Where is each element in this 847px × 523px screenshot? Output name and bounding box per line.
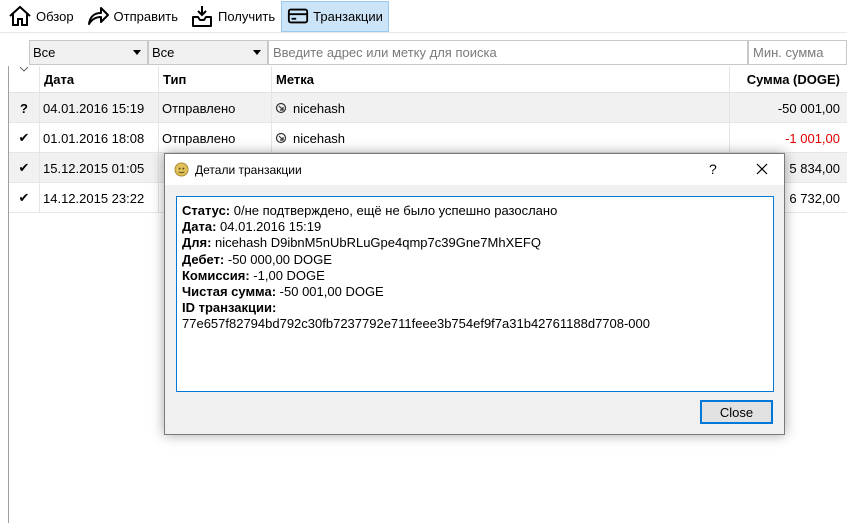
search-placeholder: Введите адрес или метку для поиска (273, 45, 497, 60)
table-row[interactable]: ✔ 01.01.2016 18:08 Отправлено nicehash -… (9, 123, 847, 153)
close-button[interactable]: Close (700, 400, 773, 424)
min-amount-placeholder: Мин. сумма (753, 45, 824, 60)
overview-label: Обзор (36, 8, 74, 24)
table-header: Дата Тип Метка Сумма (DOGE) (9, 66, 847, 93)
overview-button[interactable]: Обзор (2, 1, 80, 32)
row-amount: -50 001,00 (777, 100, 840, 116)
detail-txid-label: ID транзакции: (182, 300, 277, 316)
transactions-button[interactable]: Транзакции (281, 0, 389, 32)
row-type: Отправлено (159, 123, 272, 153)
search-input[interactable]: Введите адрес или метку для поиска (268, 40, 748, 65)
dialog-title: Детали транзакции (195, 163, 302, 177)
close-icon[interactable] (755, 162, 769, 176)
chevron-down-icon (253, 50, 261, 55)
row-date: 04.01.2016 15:19 (40, 93, 159, 123)
type-filter-select[interactable]: Все (148, 40, 268, 65)
status-column-header[interactable] (9, 66, 40, 93)
confirmed-check-icon: ✔ (9, 183, 40, 213)
detail-for: Для: nicehash D9ibnM5nUbRLuGpe4qmp7c39Gn… (182, 235, 541, 251)
home-icon (9, 5, 31, 26)
table-row[interactable]: ? 04.01.2016 15:19 Отправлено nicehash -… (9, 93, 847, 123)
detail-fee: Комиссия: -1,00 DOGE (182, 267, 325, 283)
dialog-titlebar[interactable]: Детали транзакции ? (165, 154, 784, 185)
send-label-icon (275, 102, 287, 114)
label-column-header[interactable]: Метка (272, 66, 730, 93)
card-icon (288, 8, 309, 24)
confirmed-check-icon: ✔ (9, 153, 40, 183)
detail-debit: Дебет: -50 000,00 DOGE (182, 251, 332, 267)
row-date: 15.12.2015 01:05 (40, 153, 159, 183)
sort-chevron-icon (20, 67, 28, 72)
send-label: Отправить (113, 8, 179, 24)
filter-row: Все Все Введите адрес или метку для поис… (0, 40, 847, 65)
confirmed-check-icon: ✔ (9, 123, 40, 153)
detail-date: Дата: 04.01.2016 15:19 (182, 219, 322, 235)
row-date: 14.12.2015 23:22 (40, 183, 159, 213)
detail-status: Статус: 0/не подтверждено, ещё не было у… (182, 203, 558, 218)
row-label: nicehash (272, 93, 730, 123)
transaction-details-text[interactable]: Статус: 0/не подтверждено, ещё не было у… (176, 196, 774, 392)
date-column-header[interactable]: Дата (40, 66, 159, 93)
transactions-label: Транзакции (313, 8, 383, 24)
receive-button[interactable]: Получить (184, 1, 281, 32)
date-filter-select[interactable]: Все (29, 40, 148, 65)
send-arrow-icon (87, 7, 109, 25)
receive-label: Получить (218, 8, 276, 24)
filter-spacer (0, 40, 29, 65)
send-label-icon (275, 132, 287, 144)
type-filter-value: Все (152, 45, 175, 60)
row-amount: -1 001,00 (785, 130, 840, 146)
row-label: nicehash (272, 123, 730, 153)
date-filter-value: Все (33, 45, 56, 60)
send-button[interactable]: Отправить (80, 1, 184, 32)
chevron-down-icon (133, 50, 141, 55)
detail-net-amount: Чистая сумма: -50 001,00 DOGE (182, 284, 384, 300)
row-date: 01.01.2016 18:08 (40, 123, 159, 153)
unconfirmed-icon: ? (9, 93, 40, 123)
main-toolbar: Обзор Отправить Получить Транзакции (0, 0, 847, 33)
type-column-header[interactable]: Тип (159, 66, 272, 93)
row-label-text: nicehash (293, 130, 346, 146)
detail-txid-value: 77e657f82794bd792c30fb7237792e711feee3b7… (182, 316, 650, 332)
amount-column-header[interactable]: Сумма (DOGE) (730, 66, 847, 93)
help-icon[interactable]: ? (709, 161, 717, 177)
dogecoin-logo-icon (174, 162, 189, 177)
row-label-text: nicehash (293, 100, 346, 116)
receive-inbox-icon (192, 6, 213, 27)
transaction-details-dialog: Детали транзакции ? Статус: 0/не подтвер… (164, 153, 785, 435)
row-type: Отправлено (159, 93, 272, 123)
min-amount-input[interactable]: Мин. сумма (748, 40, 847, 65)
